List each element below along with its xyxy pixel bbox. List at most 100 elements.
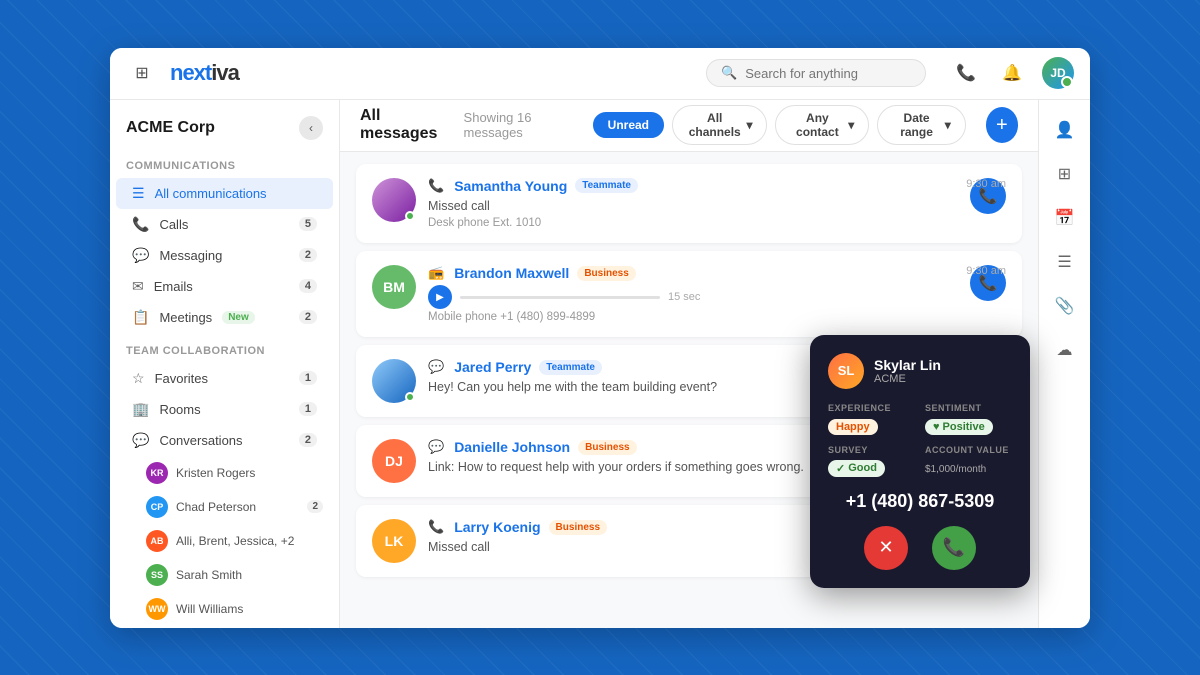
experience-value: Happy bbox=[828, 419, 878, 435]
sub-badge: 2 bbox=[307, 500, 323, 513]
logo-text: nextiva bbox=[170, 60, 239, 86]
msg-avatar bbox=[372, 178, 416, 222]
msg-body: 📻 Brandon Maxwell Business ▶ 15 sec Mobi… bbox=[428, 265, 958, 323]
logo: nextiva bbox=[170, 60, 239, 86]
list-icon-btn[interactable]: ☰ bbox=[1047, 244, 1083, 280]
sub-item-chad[interactable]: CP Chad Peterson 2 bbox=[110, 490, 339, 524]
decline-call-btn[interactable]: ✕ bbox=[864, 526, 908, 570]
all-channels-filter-btn[interactable]: All channels ▾ bbox=[672, 105, 767, 145]
sidebar-item-label: Conversations bbox=[159, 433, 242, 448]
sub-item-sarah[interactable]: SS Sarah Smith bbox=[110, 558, 339, 592]
msg-body: 📞 Samantha Young Teammate Missed call De… bbox=[428, 178, 958, 230]
check-icon: ✓ bbox=[836, 462, 845, 475]
msg-name: Samantha Young bbox=[454, 178, 567, 194]
person-icon-btn[interactable]: 👤 bbox=[1047, 112, 1083, 148]
popup-name: Skylar Lin bbox=[874, 357, 941, 373]
sidebar-item-meetings[interactable]: 📋 Meetings New 2 bbox=[116, 302, 333, 333]
accept-call-btn[interactable]: 📞 bbox=[932, 526, 976, 570]
content-title: All messages bbox=[360, 107, 452, 143]
sub-avatar: KR bbox=[146, 462, 168, 484]
messaging-badge: 2 bbox=[299, 248, 317, 262]
msg-name: Jared Perry bbox=[454, 359, 531, 375]
msg-avatar bbox=[372, 359, 416, 403]
sidebar-item-all-comms[interactable]: ☰ All communications bbox=[116, 178, 333, 209]
online-dot bbox=[405, 211, 415, 221]
favorites-icon: ☆ bbox=[132, 370, 145, 387]
sidebar-item-label: Emails bbox=[154, 279, 193, 294]
chevron-down-icon: ▾ bbox=[746, 118, 752, 132]
msg-time: 9:30 am bbox=[966, 265, 1006, 277]
chat-icon: 💬 bbox=[428, 439, 444, 455]
call-icon: 📞 bbox=[428, 178, 444, 194]
bell-icon-btn[interactable]: 🔔 bbox=[996, 57, 1028, 89]
popup-user: SL Skylar Lin ACME bbox=[828, 353, 1012, 389]
phone-icon-btn[interactable]: 📞 bbox=[950, 57, 982, 89]
play-btn[interactable]: ▶ bbox=[428, 285, 452, 309]
heart-icon: ♥ bbox=[933, 421, 940, 433]
msg-tag: Business bbox=[578, 440, 636, 455]
sidebar-item-favorites[interactable]: ☆ Favorites 1 bbox=[116, 363, 333, 394]
msg-tag: Business bbox=[577, 266, 635, 281]
all-comms-icon: ☰ bbox=[132, 185, 145, 202]
any-contact-filter-btn[interactable]: Any contact ▾ bbox=[775, 105, 869, 145]
msg-subtext: Desk phone Ext. 1010 bbox=[428, 217, 958, 229]
search-icon: 🔍 bbox=[721, 65, 737, 81]
msg-tag: Teammate bbox=[575, 178, 638, 193]
msg-time: 9:30 am bbox=[966, 178, 1006, 190]
calendar-icon-btn[interactable]: 📅 bbox=[1047, 200, 1083, 236]
date-range-filter-btn[interactable]: Date range ▾ bbox=[877, 105, 965, 145]
message-card[interactable]: BM 📻 Brandon Maxwell Business ▶ bbox=[356, 251, 1022, 337]
account-value-field: ACCOUNT VALUE $1,000/month bbox=[925, 445, 1012, 477]
cloud-icon-btn[interactable]: ☁ bbox=[1047, 332, 1083, 368]
new-message-btn[interactable]: + bbox=[986, 107, 1018, 143]
sub-item-label: Alli, Brent, Jessica, +2 bbox=[176, 534, 294, 548]
msg-name: Brandon Maxwell bbox=[454, 265, 569, 281]
top-nav: ⊞ nextiva 🔍 📞 🔔 JD bbox=[110, 48, 1090, 100]
grid-menu-icon[interactable]: ⊞ bbox=[126, 57, 158, 89]
progress-bar[interactable] bbox=[460, 296, 660, 299]
sidebar-item-emails[interactable]: ✉ Emails 4 bbox=[116, 271, 333, 302]
sidebar: ACME Corp ‹ Communications ☰ All communi… bbox=[110, 100, 340, 628]
message-card[interactable]: 📞 Samantha Young Teammate Missed call De… bbox=[356, 164, 1022, 244]
sidebar-item-rooms[interactable]: 🏢 Rooms 1 bbox=[116, 394, 333, 425]
sidebar-item-label: All communications bbox=[155, 186, 267, 201]
popup-user-info: Skylar Lin ACME bbox=[874, 357, 941, 385]
popup-info-grid: EXPERIENCE Happy SENTIMENT ♥ Positive SU… bbox=[828, 403, 1012, 477]
header-filters: Unread All channels ▾ Any contact ▾ Date… bbox=[593, 105, 966, 145]
sidebar-item-conversations[interactable]: 💬 Conversations 2 bbox=[116, 425, 333, 456]
user-avatar-nav[interactable]: JD bbox=[1042, 57, 1074, 89]
search-bar[interactable]: 🔍 bbox=[706, 59, 926, 87]
sidebar-item-label: Messaging bbox=[159, 248, 222, 263]
collapse-btn[interactable]: ‹ bbox=[299, 116, 323, 140]
survey-value: ✓ Good bbox=[828, 460, 885, 477]
msg-avatar: DJ bbox=[372, 439, 416, 483]
favorites-badge: 1 bbox=[299, 371, 317, 385]
calls-badge: 5 bbox=[299, 217, 317, 231]
sub-item-alli[interactable]: AB Alli, Brent, Jessica, +2 bbox=[110, 524, 339, 558]
sidebar-item-label: Calls bbox=[159, 217, 188, 232]
online-dot bbox=[405, 392, 415, 402]
msg-avatar: BM bbox=[372, 265, 416, 309]
msg-top: 📻 Brandon Maxwell Business bbox=[428, 265, 958, 281]
chevron-down-icon: ▾ bbox=[945, 118, 951, 132]
sub-item-label: Sarah Smith bbox=[176, 568, 242, 582]
paperclip-icon-btn[interactable]: 📎 bbox=[1047, 288, 1083, 324]
meetings-icon: 📋 bbox=[132, 309, 149, 326]
sidebar-item-label: Rooms bbox=[159, 402, 200, 417]
msg-subtext: Mobile phone +1 (480) 899-4899 bbox=[428, 311, 958, 323]
popup-company: ACME bbox=[874, 373, 941, 385]
sentiment-value: ♥ Positive bbox=[925, 419, 993, 435]
msg-tag: Teammate bbox=[539, 360, 602, 375]
unread-filter-btn[interactable]: Unread bbox=[593, 112, 664, 138]
search-input[interactable] bbox=[745, 66, 911, 81]
meetings-badge: 2 bbox=[299, 310, 317, 324]
sidebar-item-messaging[interactable]: 💬 Messaging 2 bbox=[116, 240, 333, 271]
sub-item-label: Will Williams bbox=[176, 602, 243, 616]
nav-icons: 📞 🔔 JD bbox=[950, 57, 1074, 89]
popup-avatar: SL bbox=[828, 353, 864, 389]
sub-item-kristen[interactable]: KR Kristen Rogers bbox=[110, 456, 339, 490]
sub-item-will[interactable]: WW Will Williams bbox=[110, 592, 339, 626]
conversations-badge: 2 bbox=[299, 433, 317, 447]
sidebar-item-calls[interactable]: 📞 Calls 5 bbox=[116, 209, 333, 240]
grid-icon-btn[interactable]: ⊞ bbox=[1047, 156, 1083, 192]
